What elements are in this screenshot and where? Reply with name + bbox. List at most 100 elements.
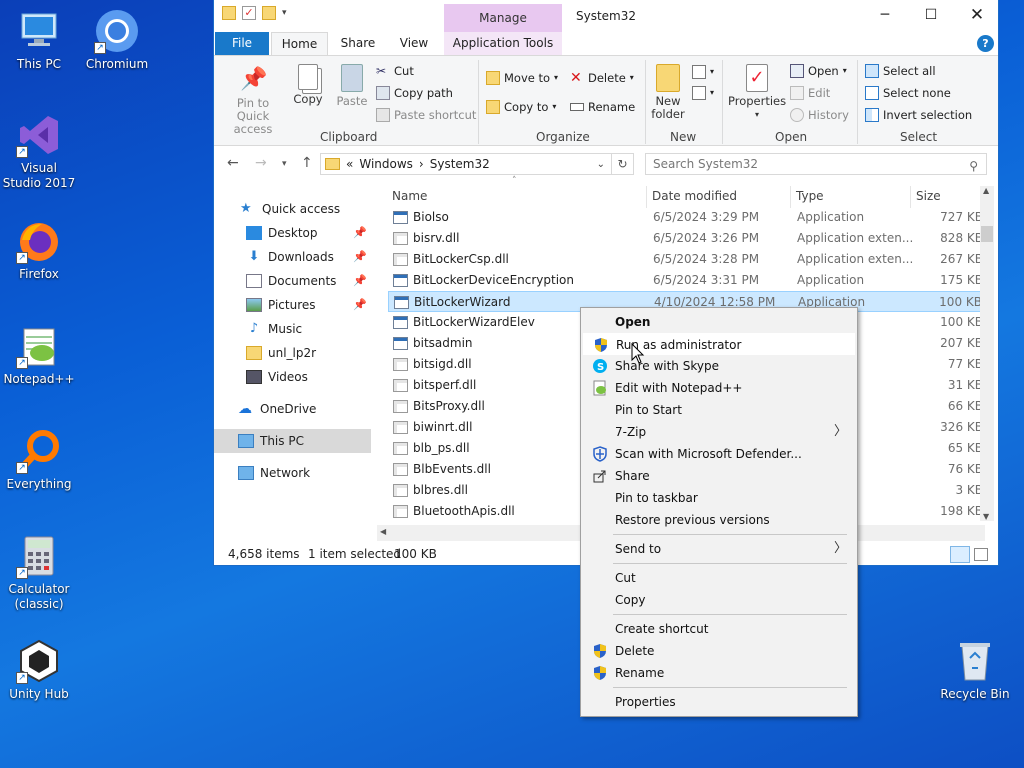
menu-item-run-as-administrator[interactable]: Run as administrator <box>583 333 855 355</box>
easy-access-button[interactable]: ▾ <box>692 83 714 103</box>
column-header-date[interactable]: Date modified <box>652 186 737 206</box>
desktop-icon-visual-studio[interactable]: ↗ Visual Studio 2017 <box>1 112 77 191</box>
address-root[interactable]: « <box>346 157 353 171</box>
desktop-icon-calculator[interactable]: ↗ Calculator (classic) <box>1 533 77 612</box>
menu-item-pin-to-start[interactable]: Pin to Start <box>583 399 855 421</box>
pin-icon[interactable]: 📌 <box>353 269 367 293</box>
column-header-size[interactable]: Size <box>916 186 941 206</box>
address-bar[interactable]: « Windows › System32 ⌄ <box>320 153 612 175</box>
address-part-system32[interactable]: System32 <box>430 157 490 171</box>
details-view-button[interactable] <box>950 546 970 563</box>
tab-share[interactable]: Share <box>334 32 382 55</box>
select-none-button[interactable]: Select none <box>865 83 951 103</box>
cut-button[interactable]: ✂ Cut <box>376 61 414 81</box>
nav-documents[interactable]: Documents 📌 <box>214 269 371 293</box>
tab-view[interactable]: View <box>390 32 438 55</box>
nav-downloads[interactable]: ⬇ Downloads 📌 <box>214 245 371 269</box>
chevron-right-icon[interactable]: › <box>419 157 424 171</box>
column-header-type[interactable]: Type <box>796 186 824 206</box>
copy-button[interactable]: Copy <box>288 64 328 106</box>
menu-item-create-shortcut[interactable]: Create shortcut <box>583 618 855 640</box>
desktop-icon-unity-hub[interactable]: ↗ Unity Hub <box>1 638 77 702</box>
tab-file[interactable]: File <box>215 32 269 55</box>
tab-application-tools[interactable]: Application Tools <box>444 32 562 55</box>
new-folder-icon[interactable] <box>262 6 276 20</box>
refresh-button[interactable]: ↻ <box>612 153 634 175</box>
chevron-down-icon[interactable]: ⌄ <box>597 159 605 170</box>
file-row[interactable]: Biolso 6/5/2024 3:29 PM Application 727 KB <box>388 207 984 228</box>
menu-item-scan-with-defender[interactable]: Scan with Microsoft Defender... <box>583 443 855 465</box>
nav-videos[interactable]: Videos <box>214 365 371 389</box>
search-input[interactable]: Search System32 ⚲ <box>645 153 987 175</box>
menu-item-cut[interactable]: Cut <box>583 567 855 589</box>
recent-locations-button[interactable]: ▾ <box>282 159 287 169</box>
menu-item-send-to[interactable]: Send to 〉 <box>583 538 855 560</box>
menu-item-pin-to-taskbar[interactable]: Pin to taskbar <box>583 487 855 509</box>
file-row[interactable]: BitLockerDeviceEncryption 6/5/2024 3:31 P… <box>388 270 984 291</box>
edit-button[interactable]: Edit <box>790 83 830 103</box>
pin-icon[interactable]: 📌 <box>353 293 367 317</box>
copy-path-button[interactable]: Copy path <box>376 83 453 103</box>
column-header-name[interactable]: Name <box>392 186 427 206</box>
pin-quick-access-button[interactable]: 📌 Pin to Quick access <box>220 66 286 136</box>
maximize-button[interactable]: ☐ <box>908 0 954 30</box>
new-item-button[interactable]: ▾ <box>692 62 714 82</box>
close-button[interactable]: ✕ <box>954 0 1000 30</box>
desktop-icon-this-pc[interactable]: This PC <box>1 8 77 72</box>
desktop-icon-firefox[interactable]: ↗ Firefox <box>1 218 77 282</box>
nav-this-pc[interactable]: This PC <box>214 429 371 453</box>
file-row[interactable]: BitLockerCsp.dll 6/5/2024 3:28 PM Applicat… <box>388 249 984 270</box>
move-to-button[interactable]: Move to ▾ <box>486 68 558 88</box>
rename-button[interactable]: Rename <box>570 97 635 117</box>
properties-icon[interactable]: ✓ <box>242 6 256 20</box>
nav-pictures[interactable]: Pictures 📌 <box>214 293 371 317</box>
pin-icon[interactable]: 📌 <box>353 245 367 269</box>
address-part-windows[interactable]: Windows <box>359 157 413 171</box>
nav-desktop[interactable]: Desktop 📌 <box>214 221 371 245</box>
scroll-thumb[interactable] <box>981 226 993 242</box>
menu-item-edit-with-notepadpp[interactable]: Edit with Notepad++ <box>583 377 855 399</box>
column-divider[interactable] <box>910 186 911 208</box>
large-icons-view-button[interactable] <box>974 548 988 561</box>
menu-item-properties[interactable]: Properties <box>583 691 855 713</box>
delete-button[interactable]: ✕ Delete ▾ <box>570 68 634 88</box>
minimize-button[interactable]: ─ <box>862 0 908 30</box>
nav-network[interactable]: Network <box>214 461 371 485</box>
paste-button[interactable]: Paste <box>332 64 372 108</box>
history-button[interactable]: History <box>790 105 849 125</box>
nav-unl-lp2r[interactable]: unl_lp2r <box>214 341 371 365</box>
forward-button[interactable]: → <box>255 155 267 171</box>
nav-onedrive[interactable]: ☁ OneDrive <box>214 397 371 421</box>
desktop-icon-everything[interactable]: ↗ Everything <box>1 428 77 492</box>
nav-quick-access[interactable]: ★ Quick access <box>214 197 371 221</box>
up-button[interactable]: ↑ <box>301 155 313 171</box>
menu-item-delete[interactable]: Delete <box>583 640 855 662</box>
desktop-icon-chromium[interactable]: ↗ Chromium <box>79 8 155 72</box>
invert-selection-button[interactable]: Invert selection <box>865 105 972 125</box>
qat-dropdown-icon[interactable]: ▾ <box>282 6 290 20</box>
vertical-scrollbar[interactable]: ▲ ▼ <box>980 186 994 521</box>
paste-shortcut-button[interactable]: Paste shortcut <box>376 105 476 125</box>
pin-icon[interactable]: 📌 <box>353 221 367 245</box>
column-divider[interactable] <box>646 186 647 208</box>
select-all-button[interactable]: Select all <box>865 61 936 81</box>
menu-item-share[interactable]: Share <box>583 465 855 487</box>
properties-button[interactable]: ✓ Properties ▾ <box>728 64 786 121</box>
back-button[interactable]: ← <box>227 155 239 171</box>
nav-music[interactable]: ♪ Music <box>214 317 371 341</box>
desktop-icon-notepadpp[interactable]: ↗ Notepad++ <box>1 323 77 387</box>
menu-item-copy[interactable]: Copy <box>583 589 855 611</box>
menu-item-rename[interactable]: Rename <box>583 662 855 684</box>
file-row[interactable]: bisrv.dll 6/5/2024 3:26 PM Application ext… <box>388 228 984 249</box>
column-divider[interactable] <box>790 186 791 208</box>
menu-item-share-with-skype[interactable]: S Share with Skype <box>583 355 855 377</box>
desktop-icon-recycle-bin[interactable]: Recycle Bin <box>937 638 1013 702</box>
menu-item-7zip[interactable]: 7-Zip 〉 <box>583 421 855 443</box>
folder-icon[interactable] <box>222 6 236 20</box>
help-button[interactable]: ? <box>977 35 994 52</box>
tab-home[interactable]: Home <box>271 32 328 55</box>
new-folder-button[interactable]: New folder <box>648 64 688 121</box>
copy-to-button[interactable]: Copy to ▾ <box>486 97 556 117</box>
open-button[interactable]: Open ▾ <box>790 61 847 81</box>
menu-item-open[interactable]: Open <box>583 311 855 333</box>
